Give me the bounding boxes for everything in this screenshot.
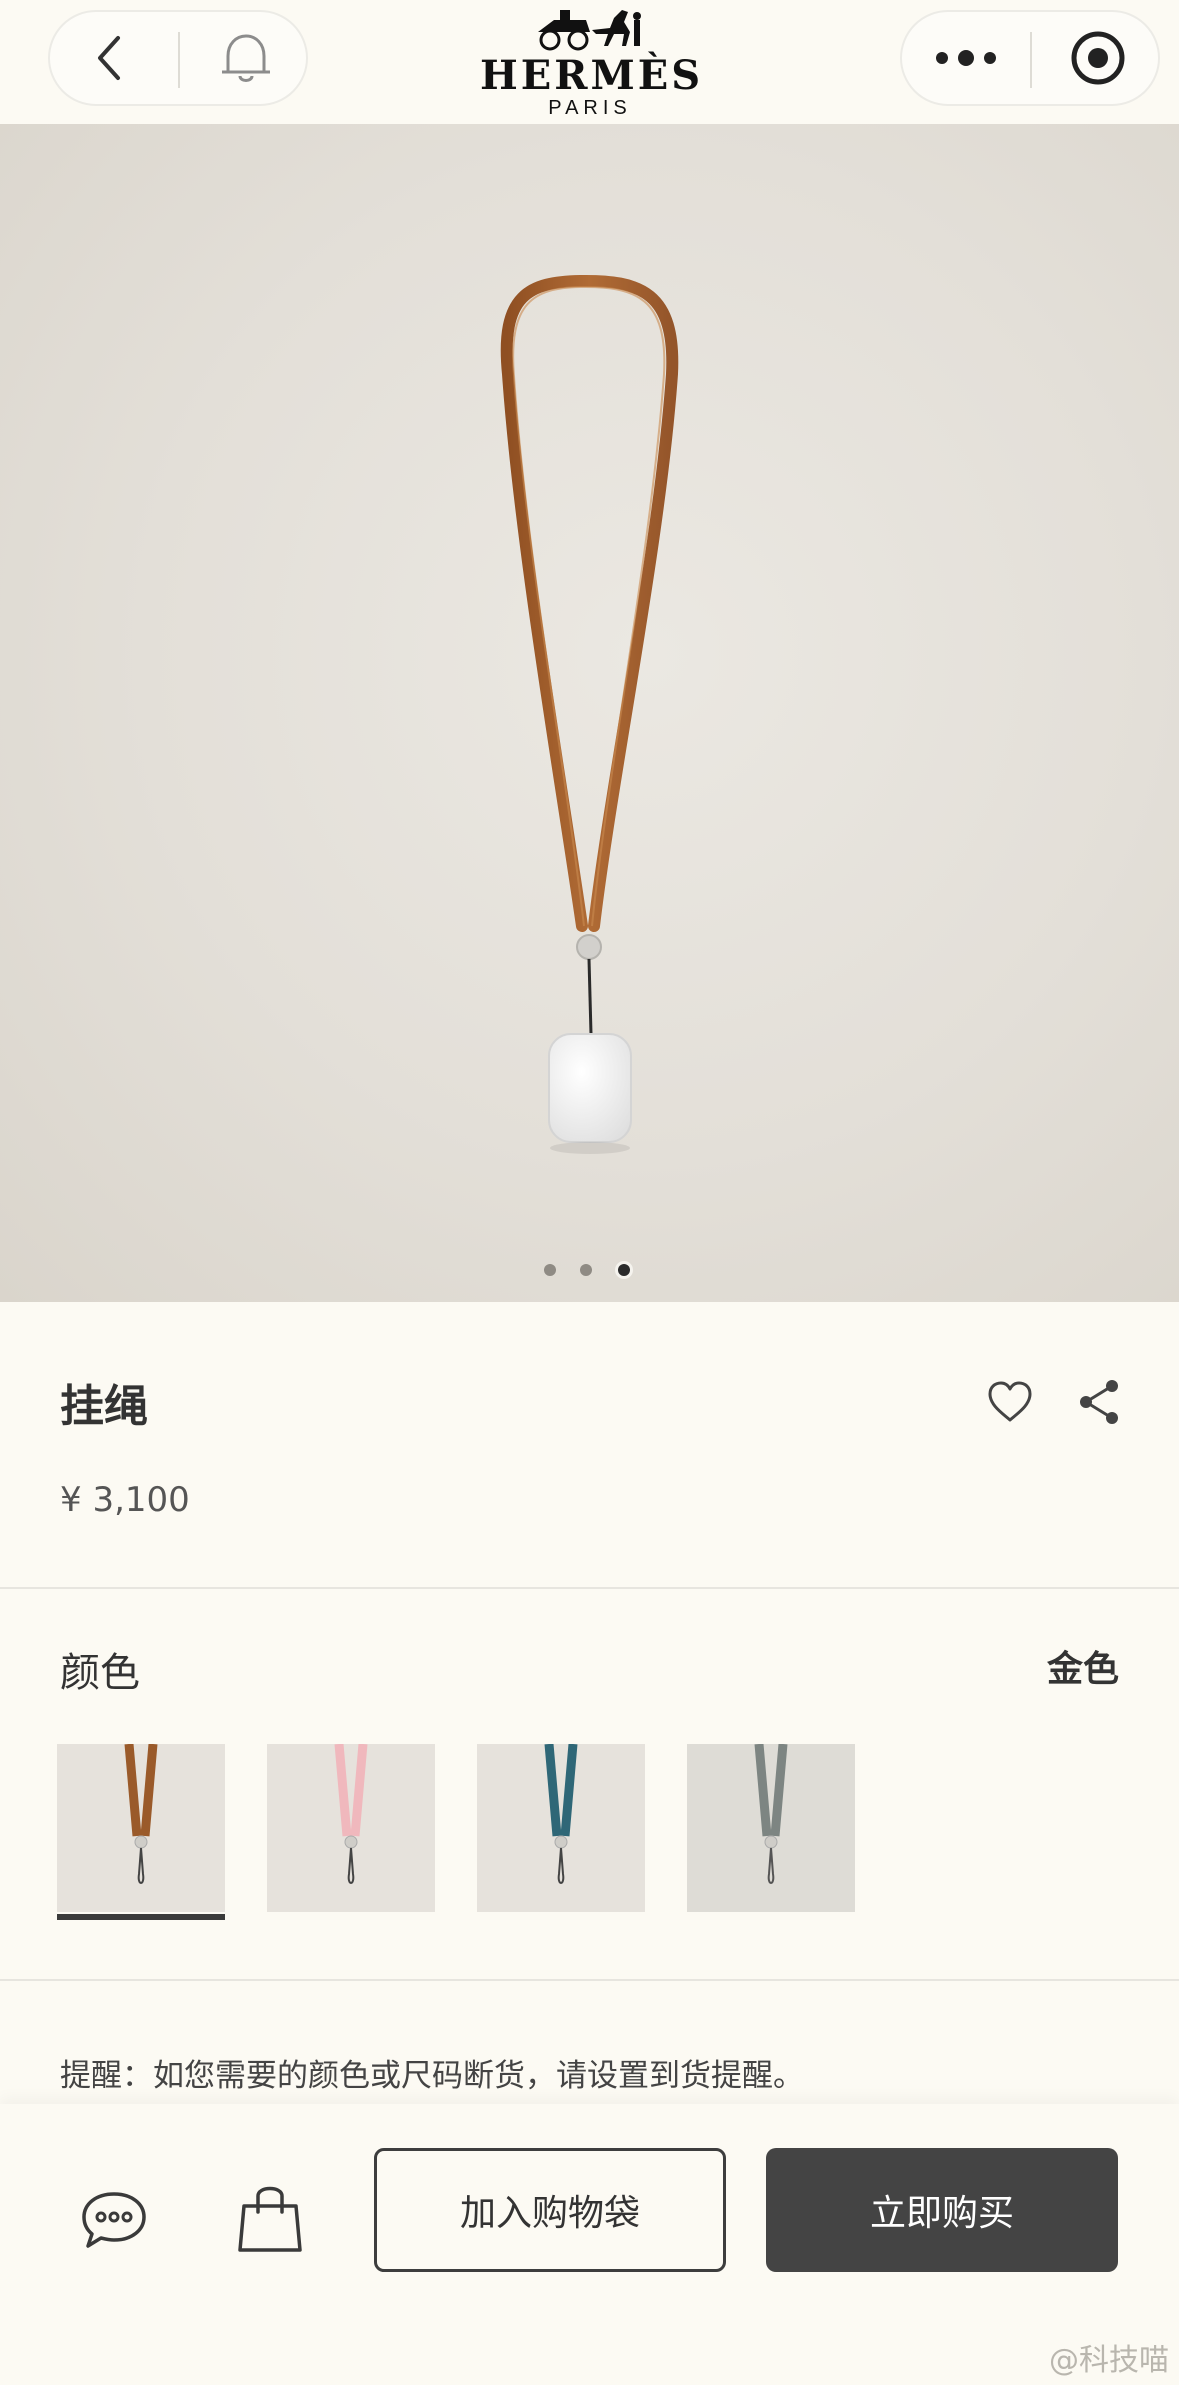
bottom-action-bar: 加入购物袋 立即购买 @科技喵 [0, 2104, 1179, 2385]
top-navigation-bar: HERMÈS PARIS [0, 0, 1179, 124]
chevron-left-icon [98, 36, 120, 80]
lanyard-thumbnail [124, 1743, 158, 1884]
color-swatch-grey[interactable] [687, 1743, 855, 1912]
carousel-indicator [540, 1260, 640, 1280]
selected-color-name: 金色 [1046, 1649, 1119, 1690]
share-icon [1080, 1380, 1118, 1424]
lanyard-thumbnail [544, 1743, 578, 1884]
color-label: 颜色 [60, 1650, 140, 1696]
favorite-button[interactable] [984, 1376, 1036, 1428]
lanyard-thumbnail [754, 1743, 788, 1884]
brand-name: HERMÈS [480, 52, 704, 99]
bell-icon [222, 34, 270, 82]
color-swatch-blue[interactable] [477, 1743, 645, 1912]
notification-button[interactable] [210, 26, 282, 90]
brand-city: PARIS [548, 97, 632, 119]
capsule-divider [1030, 32, 1032, 88]
buy-now-button[interactable]: 立即购买 [766, 2148, 1118, 2272]
watermark: @科技喵 [1049, 2343, 1169, 2378]
carousel-dot[interactable] [544, 1264, 556, 1276]
back-button[interactable] [74, 26, 146, 90]
more-dots-icon [936, 50, 996, 66]
stock-reminder-text: 提醒：如您需要的颜色或尺码断货，请设置到货提醒。 [60, 2058, 804, 2094]
lanyard-product-image [500, 274, 679, 1154]
customer-service-button[interactable] [78, 2184, 150, 2256]
add-to-bag-button[interactable]: 加入购物袋 [374, 2148, 726, 2272]
more-button[interactable] [926, 26, 1006, 90]
carousel-dot-active[interactable] [618, 1264, 630, 1276]
product-info-section: 挂绳 ¥ 3,100 [0, 1302, 1179, 1588]
section-divider [0, 1979, 1179, 1981]
section-divider [0, 1587, 1179, 1589]
chat-bubble-icon [82, 2192, 146, 2248]
product-image-carousel[interactable] [0, 124, 1179, 1302]
carriage-logo-icon [538, 10, 641, 51]
lanyard-thumbnail [334, 1743, 368, 1884]
share-button[interactable] [1074, 1376, 1126, 1428]
carousel-dot[interactable] [580, 1264, 592, 1276]
close-miniprogram-button[interactable] [1062, 22, 1134, 94]
product-price: ¥ 3,100 [60, 1480, 190, 1520]
shopping-bag-icon [238, 2186, 302, 2252]
color-swatch-pink[interactable] [267, 1743, 435, 1912]
nav-capsule-left [48, 10, 308, 106]
capsule-divider [178, 32, 180, 88]
color-swatch-gold[interactable] [57, 1743, 225, 1920]
record-target-icon [1071, 31, 1125, 85]
product-title: 挂绳 [60, 1381, 148, 1432]
nav-capsule-right [900, 10, 1160, 106]
shopping-bag-button[interactable] [234, 2180, 306, 2256]
color-selector-section: 颜色 金色 [0, 1590, 1179, 1978]
brand-logo: HERMÈS PARIS [480, 0, 700, 124]
heart-icon [988, 1381, 1032, 1422]
